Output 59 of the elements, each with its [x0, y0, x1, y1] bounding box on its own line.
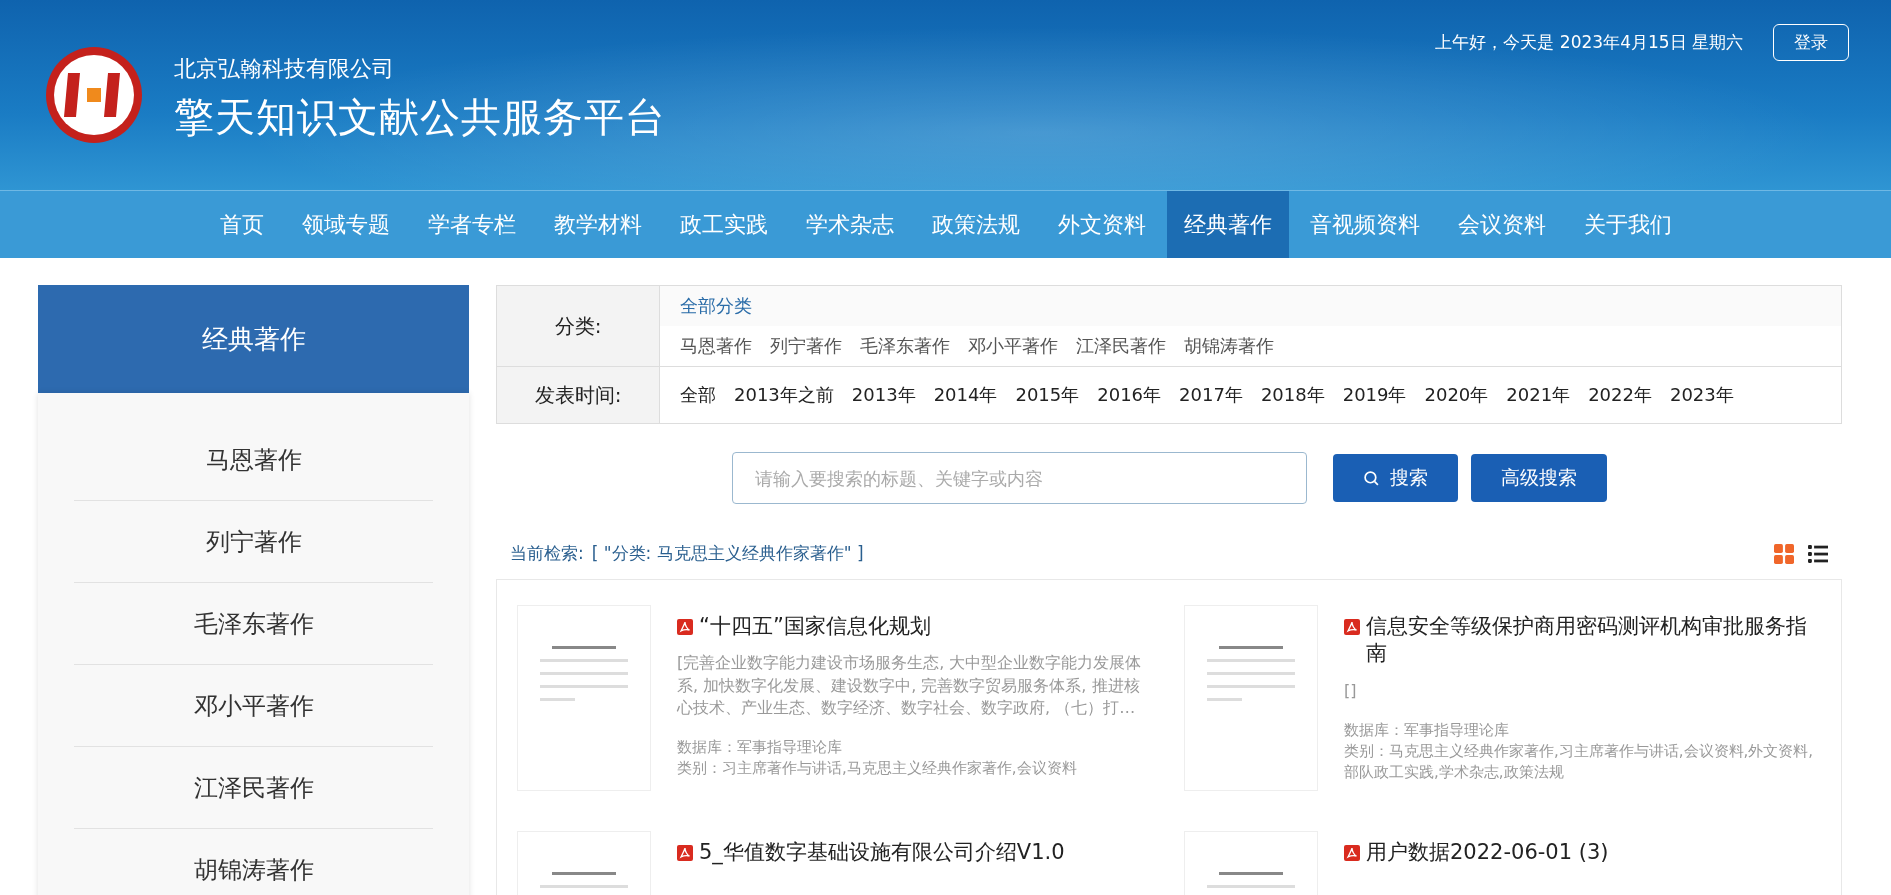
pdf-icon [1344, 619, 1360, 635]
pdf-icon [1344, 845, 1360, 861]
grid-view-icon[interactable] [1774, 543, 1794, 564]
list-view-icon[interactable] [1808, 543, 1828, 564]
greeting-text: 上午好，今天是 2023年4月15日 星期六 [1435, 31, 1743, 54]
year-option[interactable]: 2016年 [1097, 383, 1162, 407]
platform-title: 擎天知识文献公共服务平台 [174, 92, 666, 142]
filter-label: 分类: [497, 286, 660, 366]
sidebar-item[interactable]: 邓小平著作 [74, 665, 433, 747]
year-option[interactable]: 2022年 [1588, 383, 1652, 407]
year-option[interactable]: 2015年 [1015, 383, 1080, 407]
sidebar-item[interactable]: 胡锦涛著作 [74, 829, 433, 895]
category-option[interactable]: 马恩著作 [680, 334, 752, 358]
sidebar-item[interactable]: 列宁著作 [74, 501, 433, 583]
year-option[interactable]: 2021年 [1506, 383, 1571, 407]
document-thumbnail[interactable] [1184, 605, 1318, 791]
category-option[interactable]: 列宁著作 [770, 334, 842, 358]
result-abstract: [] [1344, 679, 1358, 702]
sidebar-item[interactable]: 江泽民著作 [74, 747, 433, 829]
year-option[interactable]: 2013年之前 [734, 383, 834, 407]
category-option[interactable]: 江泽民著作 [1076, 334, 1166, 358]
advanced-search-button[interactable]: 高级搜索 [1471, 454, 1607, 502]
result-category: 类别：马克思主义经典作家著作,习主席著作与讲话,会议资料,外文资料,部队政工实践,学术杂志,政策法规 [1344, 741, 1815, 783]
result-category: 类别：习主席著作与讲话,马克思主义经典作家著作,会议资料 [677, 758, 1078, 780]
category-option[interactable]: 全部分类 [680, 294, 752, 318]
result-abstract: [完善企业数字能力建设市场服务生态, 大中型企业数字能力发展体系, 加快数字化发展、建设数字中, 完善数字贸易服务体系, 推进核心技术、产业生态、数字经济、数字社会、数字政府, （七）打… [677, 652, 1143, 720]
year-option[interactable]: 2023年 [1669, 383, 1734, 407]
year-option[interactable]: 全部 [680, 383, 716, 407]
year-option[interactable]: 2018年 [1260, 383, 1325, 407]
year-option[interactable]: 2019年 [1342, 383, 1407, 407]
nav-tab[interactable]: 经典著作 [1166, 191, 1289, 258]
search-button[interactable]: 搜索 [1333, 454, 1458, 502]
sidebar-title: 经典著作 [38, 285, 469, 393]
year-option[interactable]: 2017年 [1179, 383, 1243, 407]
filter-label: 发表时间: [497, 367, 660, 423]
category-option[interactable]: 邓小平著作 [968, 334, 1058, 358]
result-title[interactable]: “十四五”国家信息化规划 [699, 613, 931, 641]
result-title[interactable]: 信息安全等级保护商用密码测评机构审批服务指南 [1366, 613, 1821, 668]
year-option[interactable]: 2014年 [933, 383, 998, 407]
logo-icon [44, 45, 144, 145]
document-thumbnail[interactable] [517, 605, 651, 791]
search-icon [1363, 469, 1380, 487]
company-name: 北京弘翰科技有限公司 [174, 54, 395, 83]
result-title[interactable]: 5_华值数字基础设施有限公司介绍V1.0 [699, 839, 1065, 867]
pdf-icon [677, 619, 693, 635]
result-database: 数据库：军事指导理论库 [1344, 720, 1510, 741]
current-search-label: 当前检索: [510, 542, 584, 565]
search-field[interactable]: 请输入要搜索的标题、关键字或内容 [732, 452, 1307, 504]
pdf-icon [677, 845, 693, 861]
sidebar-item[interactable]: 毛泽东著作 [74, 583, 433, 665]
login-button[interactable]: 登录 [1773, 24, 1849, 61]
sidebar-item[interactable]: 马恩著作 [74, 419, 433, 501]
category-option[interactable]: 胡锦涛著作 [1184, 334, 1274, 358]
year-option[interactable]: 2013年 [851, 383, 916, 407]
current-search-value: [ "分类: 马克思主义经典作家著作" ] [591, 542, 864, 565]
year-option[interactable]: 2020年 [1424, 383, 1489, 407]
result-database: 数据库：军事指导理论库 [677, 737, 843, 759]
result-title[interactable]: 用户数据2022-06-01 (3) [1366, 839, 1609, 867]
category-option[interactable]: 毛泽东著作 [860, 334, 950, 358]
